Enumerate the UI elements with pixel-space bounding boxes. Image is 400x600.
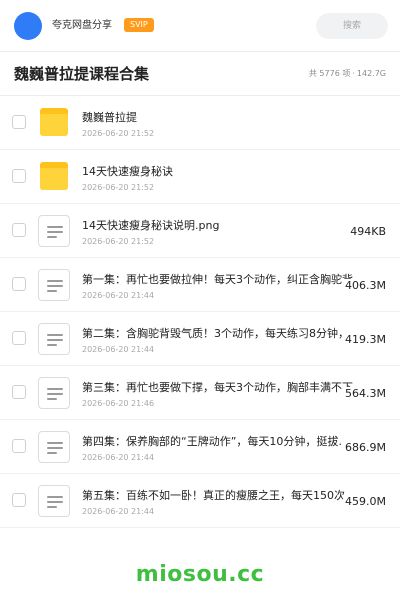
file-icon	[38, 269, 70, 301]
watermark: miosou.cc	[135, 562, 265, 587]
checkbox[interactable]	[12, 385, 26, 399]
folder-icon	[38, 107, 70, 139]
checkbox[interactable]	[12, 493, 26, 507]
file-size: 419.3M	[343, 333, 386, 347]
file-size: 564.3M	[343, 387, 386, 401]
file-name[interactable]: 第二集：含胸驼背毁气质！3个动作，每天练习8分钟，	[82, 327, 354, 341]
checkbox[interactable]	[12, 439, 26, 453]
folder-icon	[38, 161, 70, 193]
list-item[interactable]: 第二集：含胸驼背毁气质！3个动作，每天练习8分钟， 2026-06-20 21:…	[0, 312, 400, 366]
list-item[interactable]: 魏巍普拉提 2026-06-20 21:52	[0, 96, 400, 150]
checkbox[interactable]	[12, 331, 26, 345]
file-date: 2026-06-20 21:52	[82, 237, 155, 246]
share-header: 魏巍普拉提课程合集 共 5776 项 · 142.7G	[0, 52, 400, 96]
checkbox[interactable]	[12, 169, 26, 183]
file-size: 406.3M	[343, 279, 386, 293]
list-item[interactable]: 第一集：再忙也要做拉伸！每天3个动作，纠正含胸驼背 2026-06-20 21:…	[0, 258, 400, 312]
file-name[interactable]: 第三集：再忙也要做下撑，每天3个动作，胸部丰满不下	[82, 381, 354, 395]
file-name[interactable]: 第一集：再忙也要做拉伸！每天3个动作，纠正含胸驼背	[82, 273, 354, 287]
file-name[interactable]: 第五集：百练不如一卧！真正的瘦腰之王，每天150次…	[82, 489, 354, 503]
share-meta: 共 5776 项 · 142.7G	[309, 68, 386, 80]
file-list: 魏巍普拉提 2026-06-20 21:52 14天快速瘦身秘诀 2026-06…	[0, 96, 400, 528]
file-date: 2026-06-20 21:44	[82, 507, 155, 516]
list-item[interactable]: 第五集：百练不如一卧！真正的瘦腰之王，每天150次… 2026-06-20 21…	[0, 474, 400, 528]
checkbox[interactable]	[12, 277, 26, 291]
file-name[interactable]: 14天快速瘦身秘诀	[82, 165, 354, 179]
list-item[interactable]: 14天快速瘦身秘诀说明.png 2026-06-20 21:52 494KB	[0, 204, 400, 258]
page-title: 魏巍普拉提课程合集	[14, 65, 150, 83]
list-item[interactable]: 第四集：保养胸部的“王牌动作”，每天10分钟，挺拔… 2026-06-20 21…	[0, 420, 400, 474]
meta-separator: ·	[352, 69, 355, 78]
share-page: 夸克网盘分享 SVIP 搜索 魏巍普拉提课程合集 共 5776 项 · 142.7G…	[0, 0, 400, 600]
file-date: 2026-06-20 21:46	[82, 399, 155, 408]
file-date: 2026-06-20 21:44	[82, 345, 155, 354]
file-date: 2026-06-20 21:52	[82, 183, 155, 192]
file-name[interactable]: 魏巍普拉提	[82, 111, 354, 125]
file-size: 494KB	[348, 225, 386, 239]
file-name[interactable]: 第四集：保养胸部的“王牌动作”，每天10分钟，挺拔…	[82, 435, 354, 449]
list-item[interactable]: 第三集：再忙也要做下撑，每天3个动作，胸部丰满不下 2026-06-20 21:…	[0, 366, 400, 420]
item-count: 共 5776 项	[308, 69, 351, 78]
file-icon	[38, 215, 70, 247]
brand-label: 夸克网盘分享	[52, 20, 112, 31]
file-icon	[38, 485, 70, 517]
file-date: 2026-06-20 21:44	[82, 291, 155, 300]
file-icon	[38, 377, 70, 409]
file-icon	[38, 431, 70, 463]
file-date: 2026-06-20 21:44	[82, 453, 155, 462]
file-size: 686.9M	[343, 441, 386, 455]
checkbox[interactable]	[12, 223, 26, 237]
file-name[interactable]: 14天快速瘦身秘诀说明.png	[82, 219, 354, 233]
top-bar: 夸克网盘分享 SVIP 搜索	[0, 0, 400, 52]
list-item[interactable]: 14天快速瘦身秘诀 2026-06-20 21:52	[0, 150, 400, 204]
file-size: 459.0M	[343, 495, 386, 509]
avatar[interactable]	[14, 12, 42, 40]
file-icon	[38, 323, 70, 355]
checkbox[interactable]	[12, 115, 26, 129]
svip-badge: SVIP	[124, 18, 154, 32]
search-input[interactable]: 搜索	[316, 13, 388, 39]
total-size: 142.7G	[356, 69, 386, 78]
file-date: 2026-06-20 21:52	[82, 129, 155, 138]
